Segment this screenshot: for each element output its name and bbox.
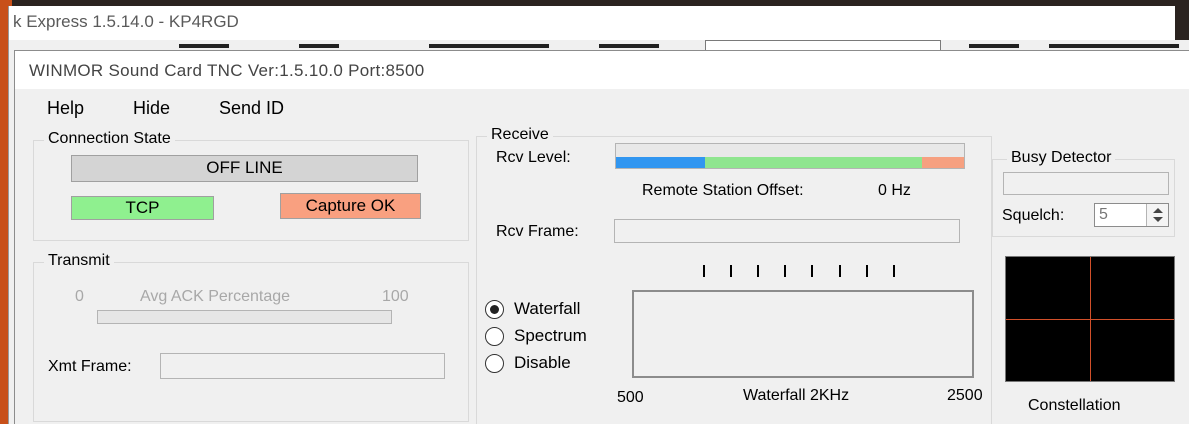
radio-waterfall-indicator: [485, 299, 504, 319]
squelch-spin-buttons[interactable]: [1146, 204, 1168, 226]
ack-max-label: 100: [382, 288, 409, 305]
rcv-level-label: Rcv Level:: [496, 149, 571, 166]
radio-spectrum-indicator: [485, 326, 504, 346]
winmor-tnc-dialog: WINMOR Sound Card TNC Ver:1.5.10.0 Port:…: [14, 50, 1189, 424]
menu-help[interactable]: Help: [47, 98, 84, 119]
background-menu-fragment: [969, 44, 1019, 48]
xmt-frame-field: [160, 353, 445, 379]
tcp-status-indicator: TCP: [71, 196, 214, 220]
waterfall-tick: [866, 265, 868, 277]
ack-min-label: 0: [75, 288, 84, 305]
rcv-level-green-segment: [705, 157, 922, 168]
radio-spectrum-label: Spectrum: [514, 326, 587, 345]
squelch-spinner[interactable]: 5: [1094, 203, 1169, 227]
ack-percentage-label: Avg ACK Percentage: [140, 288, 291, 305]
waterfall-tick: [703, 265, 705, 277]
waterfall-tick: [839, 265, 841, 277]
constellation-label: Constellation: [1028, 397, 1121, 414]
spin-up-icon[interactable]: [1153, 208, 1163, 213]
radio-waterfall-label: Waterfall: [514, 299, 581, 318]
waterfall-min-label: 500: [617, 389, 644, 406]
xmt-frame-label: Xmt Frame:: [48, 358, 132, 375]
capture-status-indicator: Capture OK: [280, 193, 421, 219]
squelch-value: 5: [1099, 206, 1108, 223]
background-menu-fragment: [1049, 44, 1179, 48]
waterfall-display: [632, 290, 974, 378]
background-menu-fragment: [429, 44, 549, 48]
rcv-frame-label: Rcv Frame:: [496, 223, 579, 240]
squelch-label: Squelch:: [1002, 207, 1065, 224]
busy-detector-label: Busy Detector: [1007, 149, 1116, 167]
dialog-titlebar[interactable]: WINMOR Sound Card TNC Ver:1.5.10.0 Port:…: [15, 51, 1189, 89]
receive-group: Receive: [476, 126, 992, 424]
waterfall-tick: [757, 265, 759, 277]
radio-disable[interactable]: Disable: [485, 353, 571, 373]
menu-send-id[interactable]: Send ID: [219, 98, 284, 119]
background-menu-fragment: [299, 44, 339, 48]
waterfall-max-label: 2500: [947, 387, 983, 404]
waterfall-tick: [811, 265, 813, 277]
ack-percentage-bar: [97, 310, 392, 324]
busy-detector-bar: [1003, 172, 1169, 195]
radio-disable-label: Disable: [514, 353, 571, 372]
radio-waterfall[interactable]: Waterfall: [485, 299, 580, 319]
waterfall-tick: [784, 265, 786, 277]
constellation-display: [1005, 256, 1175, 382]
background-window-title: k Express 1.5.14.0 - KP4RGD: [13, 12, 239, 31]
waterfall-tick: [893, 265, 895, 277]
connection-status-display: OFF LINE: [71, 155, 418, 182]
connection-state-label: Connection State: [44, 130, 175, 148]
transmit-group: Transmit: [33, 252, 469, 422]
radio-disable-indicator: [485, 353, 504, 373]
rcv-level-orange-segment: [922, 157, 964, 168]
receive-label: Receive: [487, 126, 553, 144]
rcv-level-blue-segment: [616, 157, 705, 168]
background-menu-fragment: [179, 44, 229, 48]
menu-hide[interactable]: Hide: [133, 98, 170, 119]
background-window-edge: [1175, 6, 1189, 40]
remote-offset-value: 0 Hz: [878, 182, 911, 199]
waterfall-span-label: Waterfall 2KHz: [743, 387, 850, 404]
rcv-level-meter: [615, 143, 965, 169]
spin-down-icon[interactable]: [1153, 217, 1163, 222]
background-menu-fragment: [599, 44, 659, 48]
radio-spectrum[interactable]: Spectrum: [485, 326, 587, 346]
remote-offset-label: Remote Station Offset:: [642, 182, 804, 199]
rcv-frame-field: [614, 219, 960, 243]
transmit-label: Transmit: [44, 252, 114, 270]
constellation-vertical-axis: [1090, 257, 1091, 381]
waterfall-tick: [730, 265, 732, 277]
background-window-titlebar: k Express 1.5.14.0 - KP4RGD: [9, 6, 1189, 40]
dialog-title: WINMOR Sound Card TNC Ver:1.5.10.0 Port:…: [29, 61, 425, 80]
menu-bar: Help Hide Send ID: [15, 91, 1189, 123]
